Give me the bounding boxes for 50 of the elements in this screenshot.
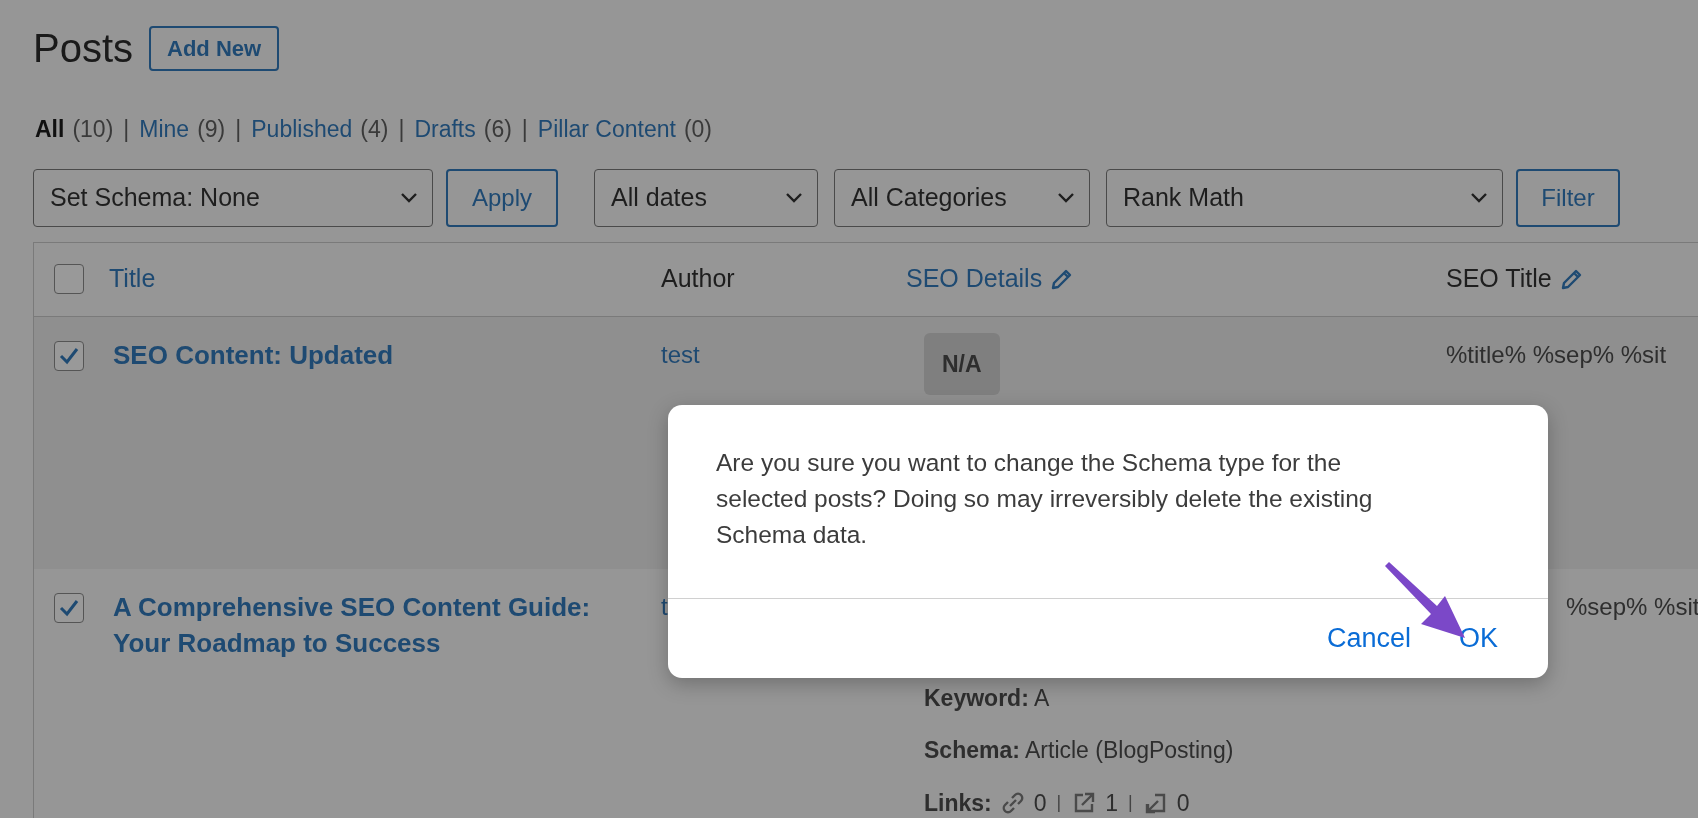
view-count: (0) [683,115,713,144]
dialog-message: Are you sure you want to change the Schema type for the selected posts? Doing so may irreversibly delete the existing Schema data. [716,448,1374,550]
link-count: 0 [1176,788,1190,818]
column-header: SEO Title [1446,263,1552,295]
add-new-button[interactable]: Add New [149,25,280,71]
author-link[interactable]: t [661,592,668,620]
author-link[interactable]: test [661,340,700,368]
view-link[interactable]: Published [251,112,353,147]
checkbox[interactable] [54,264,84,294]
chevron-icon [1057,191,1075,204]
separator: | [1056,791,1062,815]
view-count: (4) [360,115,389,144]
view-count: (9) [197,115,226,144]
view-link[interactable]: Pillar Content [537,112,676,147]
column-header[interactable]: SEO Details [906,260,1043,298]
dropdown[interactable]: Rank Math [1106,168,1503,227]
separator: | [235,115,242,144]
column-header: Author [661,263,735,295]
column-header[interactable]: Title [109,260,156,298]
dialog-button[interactable]: Cancel [1322,618,1415,659]
view-count: (6) [483,115,512,144]
separator: | [521,115,528,144]
chevron-icon [400,191,418,204]
dropdown[interactable]: Set Schema: None [33,168,433,227]
checkbox[interactable] [54,592,84,623]
view-link[interactable]: All [35,112,65,147]
link-count: 1 [1105,788,1118,818]
separator: | [123,115,130,144]
seo-title-text: %title% %sep% %sit [1446,340,1667,368]
chevron-icon [1470,191,1488,204]
view-link[interactable]: Mine [139,112,190,147]
filter-button[interactable]: Filter [1516,168,1620,227]
checkbox[interactable] [54,340,84,371]
post-title-link[interactable]: A Comprehensive SEO Content Guide: Your Roadmap to Success [113,588,601,661]
dropdown[interactable]: All Categories [834,168,1090,227]
link-count: 0 [1033,788,1047,818]
view-count: (10) [72,115,114,144]
apply-button[interactable]: Apply [446,168,558,227]
post-title-link[interactable]: SEO Content: Updated [113,336,601,373]
schema-text: Schema: Article (BlogPosting) [924,736,1235,765]
dropdown[interactable]: All dates [594,168,818,227]
keyword-text: Keyword: A [924,683,1051,713]
dialog-button[interactable]: OK [1455,618,1502,659]
view-link[interactable]: Drafts [414,112,476,147]
separator: | [1128,791,1133,815]
links-label: Links: [924,788,992,818]
status-badge: N/A [924,332,1000,395]
chevron-icon [785,191,803,204]
page-title: Posts [33,25,134,72]
separator: | [398,115,405,144]
